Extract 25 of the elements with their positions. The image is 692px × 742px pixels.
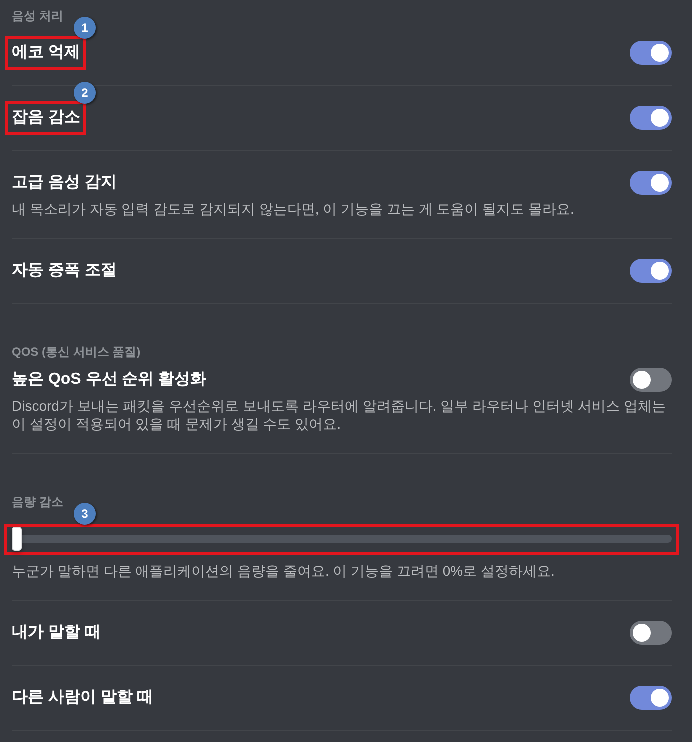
toggle-switch[interactable]	[630, 686, 672, 710]
setting-label: 에코 억제	[12, 44, 80, 61]
toggle-switch[interactable]	[630, 621, 672, 645]
slider-thumb[interactable]	[12, 527, 22, 551]
toggle-switch[interactable]	[630, 106, 672, 130]
setting-label: 고급 음성 감지	[12, 174, 117, 191]
toggle-switch[interactable]	[630, 368, 672, 392]
setting-label: 높은 QoS 우선 순위 활성화	[12, 371, 207, 388]
setting-label: 잡음 감소	[12, 109, 80, 126]
callout-number: 1	[74, 17, 96, 39]
callout-number: 2	[74, 82, 96, 104]
toggle-switch[interactable]	[630, 171, 672, 195]
setting-label: 다른 사람이 말할 때	[12, 689, 154, 706]
section-header: QOS (통신 서비스 품질)	[12, 344, 142, 360]
setting-label: 자동 증폭 조절	[12, 262, 117, 279]
slider-track[interactable]	[12, 527, 672, 551]
toggle-switch[interactable]	[630, 41, 672, 65]
setting-description: 누군가 말하면 다른 애플리케이션의 음량을 줄여요. 이 기능을 끄려면 0%로 설정하세요.	[12, 562, 556, 580]
section-header: 음성 처리	[12, 8, 64, 24]
setting-label: 내가 말할 때	[12, 624, 101, 641]
section-header: 음량 감소	[12, 494, 64, 510]
callout-number: 3	[74, 503, 96, 525]
setting-description: Discord가 보내는 패킷을 우선순위로 보내도록 라우터에 알려줍니다. 일부 라우터나 인터넷 서비스 업체는 이 설정이 적용되어 있을 때 문제가 생길 수도 있어요.	[12, 397, 668, 433]
toggle-switch[interactable]	[630, 259, 672, 283]
setting-description: 내 목소리가 자동 입력 감도로 감지되지 않는다면, 이 기능을 끄는 게 도움이 될지도 몰라요.	[12, 200, 576, 218]
